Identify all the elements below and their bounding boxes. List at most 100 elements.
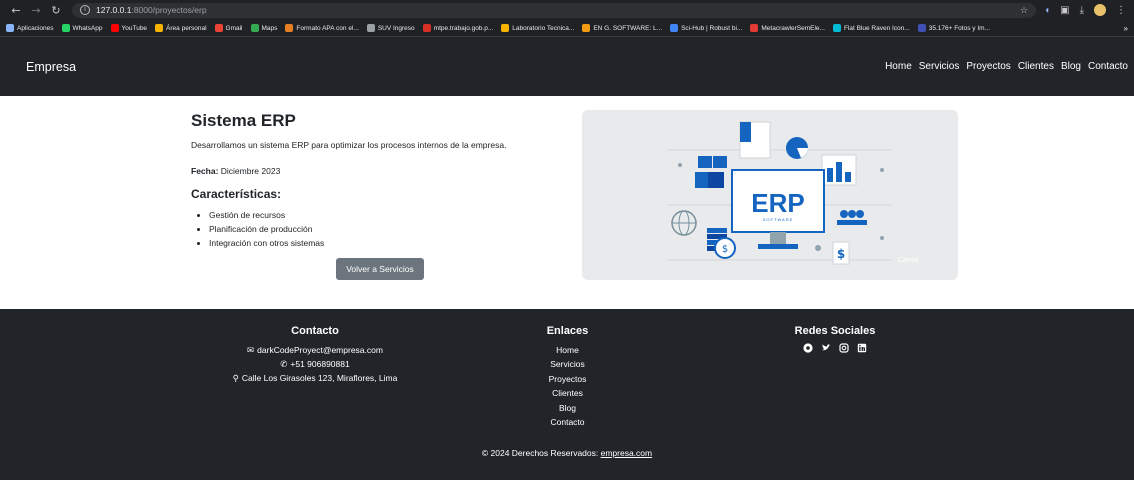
bookmark-item[interactable]: SUV Ingreso <box>366 24 415 32</box>
bookmark-label: EN G. SOFTWARE: L... <box>593 24 663 32</box>
bookmark-favicon-icon <box>155 24 164 32</box>
erp-image-subtext: SOFTWARE <box>763 217 794 222</box>
features-title: Características: <box>191 187 282 201</box>
bookmark-item[interactable]: Maps <box>250 24 278 32</box>
bookmark-item[interactable]: MetacrawlerSemEle... <box>750 24 825 32</box>
erp-illustration-graphic: ERP SOFTWARE $ $ Canva <box>667 121 918 265</box>
bookmark-label: MetacrawlerSemEle... <box>761 24 825 32</box>
location-pin-icon: ⚲ <box>232 373 239 383</box>
footer-links: Enlaces Home Servicios Proyectos Clientes Bl… <box>525 325 610 429</box>
bookmark-favicon-icon <box>750 24 759 32</box>
bookmark-label: Laboratorio Tecnica... <box>512 24 575 32</box>
page-title: Sistema ERP <box>191 111 296 130</box>
contact-title: Contacto <box>291 325 339 337</box>
back-to-services-button[interactable]: Volver a Servicios <box>336 258 424 280</box>
forward-arrow-icon[interactable]: → <box>28 4 44 17</box>
footer-link-clientes[interactable]: Clientes <box>525 386 610 400</box>
copyright-text: © 2024 Derechos Reservados: <box>481 448 601 458</box>
date-label: Fecha: <box>191 166 219 176</box>
bookmark-label: YouTube <box>121 24 148 32</box>
site-info-icon[interactable]: i <box>80 5 90 15</box>
bookmark-label: Flat Blue Raven Icon... <box>843 24 910 32</box>
bookmarks-more-button[interactable]: » <box>1124 24 1128 33</box>
bookmark-item[interactable]: Aplicaciones <box>6 24 54 32</box>
footer-link-home[interactable]: Home <box>525 343 610 357</box>
footer-link-contacto[interactable]: Contacto <box>525 415 610 429</box>
bookmark-label: SUV Ingreso <box>377 24 415 32</box>
bookmark-label: Maps <box>261 24 278 32</box>
footer-contact: Contacto ✉ darkCodeProyect@empresa.com ✆ +… <box>215 325 415 385</box>
bookmark-label: Sci-Hub | Robust bi... <box>681 24 743 32</box>
bookmark-item[interactable]: EN G. SOFTWARE: L... <box>582 24 662 32</box>
feature-item: Gestión de recursos <box>209 208 551 222</box>
bookmark-favicon-icon <box>582 24 591 32</box>
site-navbar: Empresa Home Servicios Proyectos Clientes Bl… <box>0 37 1134 96</box>
nav-link-servicios[interactable]: Servicios <box>919 61 960 72</box>
nav-link-home[interactable]: Home <box>885 61 912 72</box>
erp-illustration: ERP SOFTWARE $ $ Canva <box>582 110 958 280</box>
bookmark-favicon-icon <box>214 24 223 32</box>
bookmark-favicon-icon <box>670 24 679 32</box>
bookmark-item[interactable]: Área personal <box>155 24 207 32</box>
footer-link-servicios[interactable]: Servicios <box>525 357 610 371</box>
footer-link-proyectos[interactable]: Proyectos <box>525 372 610 386</box>
bookmark-item[interactable]: Sci-Hub | Robust bi... <box>670 24 742 32</box>
media-icon[interactable]: ◖ <box>1044 5 1050 16</box>
github-icon[interactable] <box>803 343 813 353</box>
bookmark-item[interactable]: Flat Blue Raven Icon... <box>832 24 910 32</box>
instagram-icon[interactable] <box>839 343 849 353</box>
address-bar[interactable]: i 127.0.0.1:8000/proyectos/erp ☆ <box>72 2 1037 18</box>
date-value: Diciembre 2023 <box>218 166 281 176</box>
site-footer: Contacto ✉ darkCodeProyect@empresa.com ✆ +… <box>0 309 1134 480</box>
bookmark-label: WhatsApp <box>72 24 103 32</box>
url-path: :8000/proyectos/erp <box>131 5 207 15</box>
feature-item: Integración con otros sistemas <box>209 236 551 250</box>
bookmark-favicon-icon <box>250 24 259 32</box>
image-caption: Canva <box>898 257 918 264</box>
twitter-icon[interactable] <box>821 343 831 353</box>
bookmark-label: 35.176+ Fotos y Im... <box>928 24 990 32</box>
links-title: Enlaces <box>546 325 589 337</box>
bookmark-favicon-icon <box>832 24 841 32</box>
bookmark-item[interactable]: YouTube <box>110 24 148 32</box>
svg-text:$: $ <box>837 247 845 261</box>
profile-avatar-icon[interactable] <box>1094 4 1106 16</box>
browser-toolbar: ← → ↻ i 127.0.0.1:8000/proyectos/erp ☆ ◖… <box>0 0 1134 20</box>
bookmark-item[interactable]: Gmail <box>214 24 243 32</box>
footer-social: Redes Sociales <box>775 325 895 353</box>
linkedin-icon[interactable] <box>857 343 867 353</box>
nav-link-clientes[interactable]: Clientes <box>1018 61 1054 72</box>
envelope-icon: ✉ <box>247 345 255 355</box>
bookmark-favicon-icon <box>6 24 14 32</box>
bookmark-item[interactable]: 35.176+ Fotos y Im... <box>917 24 990 32</box>
bookmark-item[interactable]: mtpe.trabajo.gob.p... <box>422 24 493 32</box>
features-list: Gestión de recursosPlanificación de prod… <box>191 208 551 250</box>
phone-icon: ✆ <box>280 359 288 369</box>
extensions-icon[interactable]: ▣ <box>1060 5 1069 16</box>
bookmark-item[interactable]: WhatsApp <box>61 24 103 32</box>
menu-dots-icon[interactable]: ⋮ <box>1116 5 1126 16</box>
reload-icon[interactable]: ↻ <box>48 4 64 17</box>
bookmark-favicon-icon <box>110 24 119 32</box>
star-icon[interactable]: ☆ <box>1020 5 1028 16</box>
bookmark-label: Aplicaciones <box>17 24 54 32</box>
nav-link-blog[interactable]: Blog <box>1061 61 1081 72</box>
copyright-link[interactable]: empresa.com <box>601 448 653 458</box>
project-detail: Sistema ERP Desarrollamos un sistema ERP… <box>0 96 1134 309</box>
download-icon[interactable]: ⤓ <box>1080 5 1084 16</box>
bookmark-item[interactable]: Laboratorio Tecnica... <box>501 24 574 32</box>
back-arrow-icon[interactable]: ← <box>8 4 24 17</box>
project-date: Fecha: Diciembre 2023 <box>191 166 551 176</box>
bookmark-favicon-icon <box>366 24 375 32</box>
nav-links: Home Servicios Proyectos Clientes Blog Contac… <box>885 61 1128 72</box>
nav-link-contacto[interactable]: Contacto <box>1088 61 1128 72</box>
contact-address: Calle Los Girasoles 123, Miraflores, Lim… <box>241 373 398 383</box>
footer-link-blog[interactable]: Blog <box>525 401 610 415</box>
bookmark-item[interactable]: Formato APA con el... <box>285 24 359 32</box>
bookmark-favicon-icon <box>501 24 510 32</box>
brand-logo[interactable]: Empresa <box>26 60 76 74</box>
erp-image-text: ERP <box>751 188 804 218</box>
project-description: Desarrollamos un sistema ERP para optimi… <box>191 140 507 150</box>
nav-link-proyectos[interactable]: Proyectos <box>966 61 1010 72</box>
bookmark-favicon-icon <box>285 24 294 32</box>
